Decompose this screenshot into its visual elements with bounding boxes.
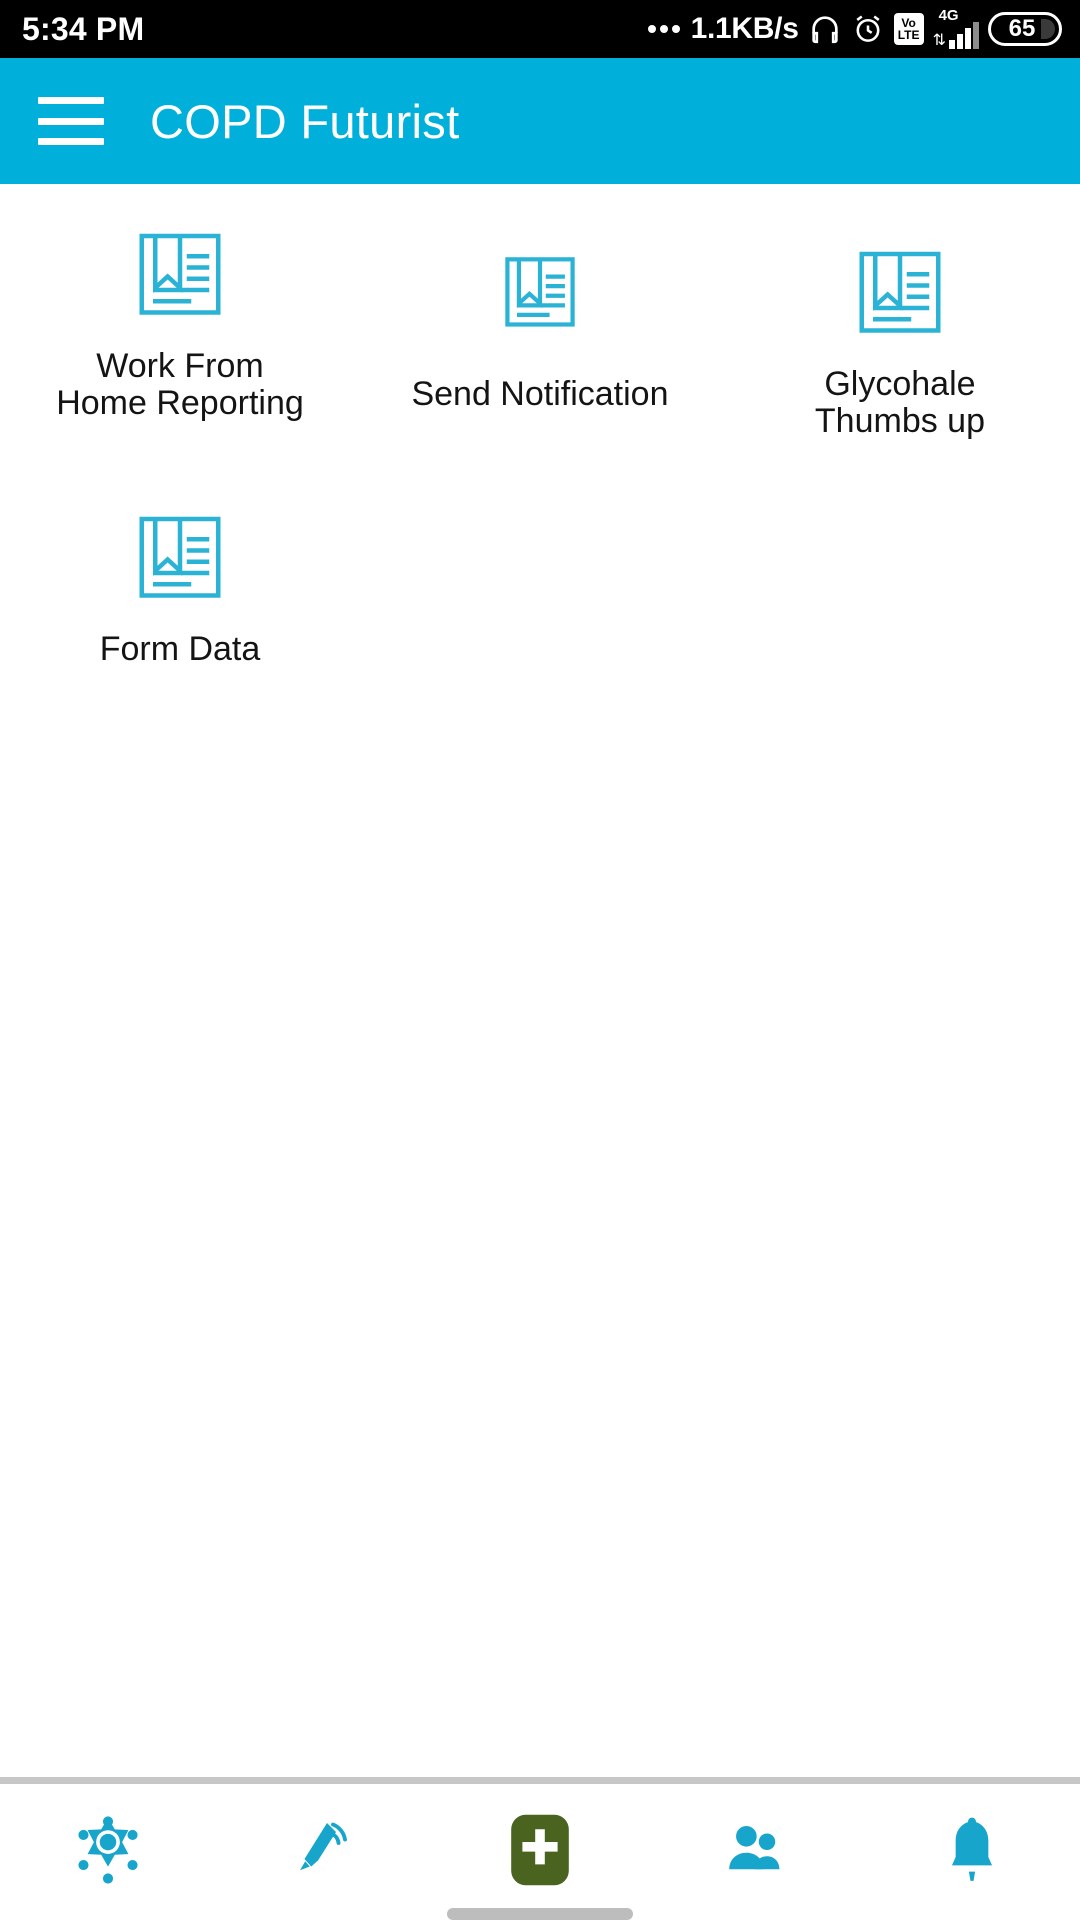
- data-arrows-icon: ⇅: [932, 31, 946, 49]
- grid-item-form-data[interactable]: Form Data: [0, 459, 360, 686]
- headphones-icon: [808, 12, 842, 46]
- signal-bars-icon: 4G ⇅: [932, 6, 979, 49]
- nav-item-notifications[interactable]: [864, 1784, 1080, 1920]
- people-icon: [723, 1817, 789, 1888]
- grid-item-label: Work From Home Reporting: [56, 347, 304, 423]
- status-bar-icons: 1.1KB/s Vo LTE 4G ⇅ 65: [647, 6, 1062, 49]
- dashboard-grid: Work From Home Reporting Send Notificati…: [0, 184, 1080, 686]
- nav-item-add[interactable]: [432, 1784, 648, 1920]
- status-bar-clock: 5:34 PM: [22, 10, 145, 47]
- app-bar: COPD Futurist: [0, 58, 1080, 184]
- add-plus-icon: [508, 1811, 572, 1894]
- bottom-nav-divider: [0, 1777, 1080, 1784]
- battery-icon: 65: [988, 12, 1062, 46]
- grid-item-label: Form Data: [99, 629, 261, 668]
- badge-star-icon: [70, 1812, 146, 1893]
- nav-item-badge[interactable]: [0, 1784, 216, 1920]
- network-speed-text: 1.1KB/s: [690, 12, 799, 45]
- document-bookmark-icon: [120, 212, 240, 332]
- bottom-navigation-bar: [0, 1784, 1080, 1920]
- document-bookmark-icon: [120, 495, 240, 615]
- more-dots-icon: [647, 25, 680, 33]
- nav-item-people[interactable]: [648, 1784, 864, 1920]
- grid-item-glycohale-thumbs-up[interactable]: Glycohale Thumbs up: [720, 202, 1080, 459]
- volte-bottom-text: LTE: [897, 28, 920, 42]
- grid-item-label: Send Notification: [411, 375, 669, 413]
- grid-item-label: Glycohale Thumbs up: [814, 365, 985, 441]
- bell-icon: [941, 1813, 1003, 1892]
- gesture-home-indicator: [447, 1908, 633, 1920]
- volte-icon: Vo LTE: [893, 13, 924, 45]
- network-type-text: 4G: [938, 6, 959, 24]
- status-bar: 5:34 PM 1.1KB/s Vo LTE 4G ⇅ 65: [0, 0, 1080, 58]
- megaphone-icon: [288, 1814, 360, 1891]
- nav-item-announcements[interactable]: [216, 1784, 432, 1920]
- document-bookmark-icon: [840, 230, 960, 350]
- document-bookmark-icon: [480, 230, 600, 350]
- grid-item-work-from-home-reporting[interactable]: Work From Home Reporting: [0, 202, 360, 459]
- grid-item-send-notification[interactable]: Send Notification: [360, 202, 720, 459]
- battery-level-text: 65: [1008, 15, 1036, 42]
- hamburger-menu-icon[interactable]: [38, 97, 104, 145]
- page-title: COPD Futurist: [150, 94, 460, 148]
- alarm-clock-icon: [851, 12, 885, 46]
